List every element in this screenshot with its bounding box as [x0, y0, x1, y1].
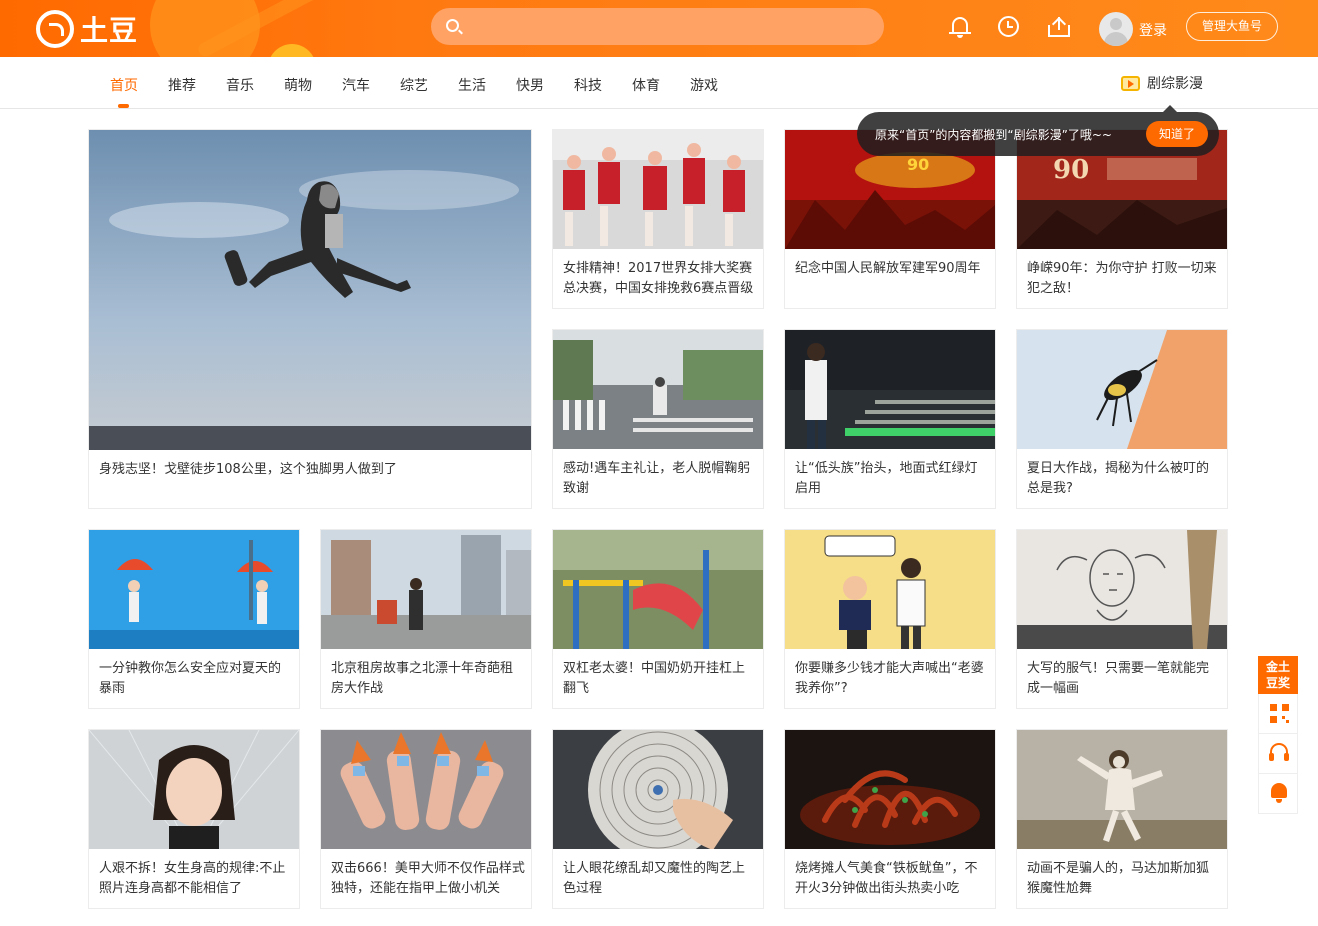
video-card[interactable]: 一分钟教你怎么安全应对夏天的暴雨 [88, 529, 300, 709]
nav-item-kuainan[interactable]: 快男 [516, 75, 544, 95]
video-card[interactable]: 双击666！美甲大师不仅作品样式独特，还能在指甲上做小机关 [320, 729, 532, 909]
video-caption[interactable]: 北京租房故事之北漂十年奇葩租房大作战 [331, 659, 525, 699]
video-card[interactable]: 双杠老太婆！中国奶奶开挂杠上翻飞 [552, 529, 764, 709]
gold-award-line1: 金土 [1265, 660, 1290, 674]
video-card[interactable]: 你要赚多少钱才能大声喊出“老婆我养你”? [784, 529, 996, 709]
floating-toolbar: 金土 豆奖 [1258, 656, 1298, 814]
video-thumbnail[interactable] [1017, 530, 1227, 649]
video-caption[interactable]: 女排精神！2017世界女排大奖赛总决赛，中国女排挽救6赛点晋级 [563, 259, 757, 299]
search-bar[interactable] [431, 8, 884, 45]
headset-icon [1269, 743, 1289, 761]
video-caption[interactable]: 让“低头族”抬头，地面式红绿灯启用 [795, 459, 989, 499]
video-card[interactable]: 动画不是骗人的，马达加斯加狐猴魔性尬舞 [1016, 729, 1228, 909]
notification-button[interactable] [1258, 774, 1298, 814]
bell-icon [1271, 783, 1287, 803]
svg-text:90: 90 [907, 155, 929, 174]
video-thumbnail[interactable] [553, 330, 763, 449]
nav-item-pets[interactable]: 萌物 [284, 75, 312, 95]
video-caption[interactable]: 双击666！美甲大师不仅作品样式独特，还能在指甲上做小机关 [331, 859, 525, 899]
video-card[interactable]: 90 纪念中国人民解放军建军90周年 [784, 129, 996, 309]
video-card[interactable]: 让人眼花缭乱却又魔性的陶艺上色过程 [552, 729, 764, 909]
nav-item-home[interactable]: 首页 [110, 75, 138, 95]
video-thumbnail[interactable] [1017, 330, 1227, 449]
gold-award-line2: 豆奖 [1265, 676, 1290, 690]
search-icon[interactable] [446, 19, 459, 32]
video-card[interactable]: 90 峥嵘90年：为你守护 打败一切来犯之敌！ [1016, 129, 1228, 309]
featured-caption[interactable]: 身残志坚！戈壁徒步108公里，这个独脚男人做到了 [99, 460, 397, 480]
video-thumbnail[interactable] [785, 730, 995, 849]
svg-text:90: 90 [1053, 155, 1089, 185]
video-caption[interactable]: 烧烤摊人气美食“铁板鱿鱼”，不开火3分钟做出街头热卖小吃 [795, 859, 989, 899]
video-card[interactable]: 人艰不拆！女生身高的规律:不止照片连身高都不能相信了 [88, 729, 300, 909]
video-thumbnail[interactable] [785, 530, 995, 649]
customer-service-button[interactable] [1258, 734, 1298, 774]
drama-variety-label: 剧综影漫 [1147, 76, 1203, 92]
featured-thumbnail[interactable] [89, 130, 531, 450]
nav-active-indicator [118, 104, 129, 108]
user-avatar[interactable] [1099, 12, 1133, 46]
drama-variety-link[interactable]: 剧综影漫 [1121, 73, 1203, 93]
video-card[interactable]: 感动!遇车主礼让，老人脱帽鞠躬致谢 [552, 329, 764, 509]
video-caption[interactable]: 峥嵘90年：为你守护 打败一切来犯之敌！ [1027, 259, 1221, 299]
nav-item-music[interactable]: 音乐 [226, 75, 254, 95]
video-thumbnail[interactable] [89, 730, 299, 849]
video-thumbnail[interactable] [785, 330, 995, 449]
nav-item-recommend[interactable]: 推荐 [168, 75, 196, 95]
video-caption[interactable]: 动画不是骗人的，马达加斯加狐猴魔性尬舞 [1027, 859, 1221, 899]
video-card[interactable]: 夏日大作战，揭秘为什么被叮的总是我? [1016, 329, 1228, 509]
video-caption[interactable]: 纪念中国人民解放军建军90周年 [795, 259, 989, 299]
logo-icon [36, 10, 74, 48]
top-header: 土豆 登录 管理大鱼号 [0, 0, 1318, 57]
video-caption[interactable]: 一分钟教你怎么安全应对夏天的暴雨 [99, 659, 293, 699]
video-caption[interactable]: 双杠老太婆！中国奶奶开挂杠上翻飞 [563, 659, 757, 699]
nav-item-variety[interactable]: 综艺 [400, 75, 428, 95]
qrcode-icon [1270, 704, 1289, 723]
video-thumbnail[interactable] [553, 130, 763, 249]
gold-tudou-award-button[interactable]: 金土 豆奖 [1258, 656, 1298, 694]
upload-icon[interactable] [1048, 16, 1070, 38]
video-card[interactable]: 烧烤摊人气美食“铁板鱿鱼”，不开火3分钟做出街头热卖小吃 [784, 729, 996, 909]
video-thumbnail[interactable] [553, 730, 763, 849]
nav-item-cars[interactable]: 汽车 [342, 75, 370, 95]
site-logo[interactable]: 土豆 [36, 9, 138, 49]
relocation-tooltip: 原来“首页”的内容都搬到“剧综影漫”了哦~~ 知道了 [857, 105, 1219, 156]
video-card[interactable]: 女排精神！2017世界女排大奖赛总决赛，中国女排挽救6赛点晋级 [552, 129, 764, 309]
search-input[interactable] [471, 8, 871, 45]
video-caption[interactable]: 大写的服气！只需要一笔就能完成一幅画 [1027, 659, 1221, 699]
video-caption[interactable]: 你要赚多少钱才能大声喊出“老婆我养你”? [795, 659, 989, 699]
nav-item-life[interactable]: 生活 [458, 75, 486, 95]
nav-item-games[interactable]: 游戏 [690, 75, 718, 95]
history-clock-icon[interactable] [998, 16, 1020, 38]
manage-dayu-button[interactable]: 管理大鱼号 [1186, 12, 1278, 41]
featured-video-card[interactable]: 身残志坚！戈壁徒步108公里，这个独脚男人做到了 [88, 129, 532, 509]
nav-item-tech[interactable]: 科技 [574, 75, 602, 95]
qrcode-button[interactable] [1258, 694, 1298, 734]
video-thumbnail[interactable] [89, 530, 299, 649]
video-caption[interactable]: 让人眼花缭乱却又魔性的陶艺上色过程 [563, 859, 757, 899]
video-thumbnail[interactable] [321, 530, 531, 649]
video-caption[interactable]: 感动!遇车主礼让，老人脱帽鞠躬致谢 [563, 459, 757, 499]
video-caption[interactable]: 夏日大作战，揭秘为什么被叮的总是我? [1027, 459, 1221, 499]
tv-icon [1121, 75, 1140, 91]
video-thumbnail[interactable] [553, 530, 763, 649]
video-caption[interactable]: 人艰不拆！女生身高的规律:不止照片连身高都不能相信了 [99, 859, 293, 899]
header-decoration [268, 44, 316, 57]
nav-item-sports[interactable]: 体育 [632, 75, 660, 95]
video-thumbnail[interactable] [1017, 730, 1227, 849]
logo-text: 土豆 [80, 14, 139, 47]
got-it-button[interactable]: 知道了 [1146, 121, 1208, 147]
video-card[interactable]: 北京租房故事之北漂十年奇葩租房大作战 [320, 529, 532, 709]
login-link[interactable]: 登录 [1139, 20, 1167, 40]
notification-bell-icon[interactable] [949, 16, 971, 38]
video-card[interactable]: 大写的服气！只需要一笔就能完成一幅画 [1016, 529, 1228, 709]
video-card[interactable]: 让“低头族”抬头，地面式红绿灯启用 [784, 329, 996, 509]
tooltip-message: 原来“首页”的内容都搬到“剧综影漫”了哦~~ [875, 128, 1112, 142]
video-thumbnail[interactable] [321, 730, 531, 849]
